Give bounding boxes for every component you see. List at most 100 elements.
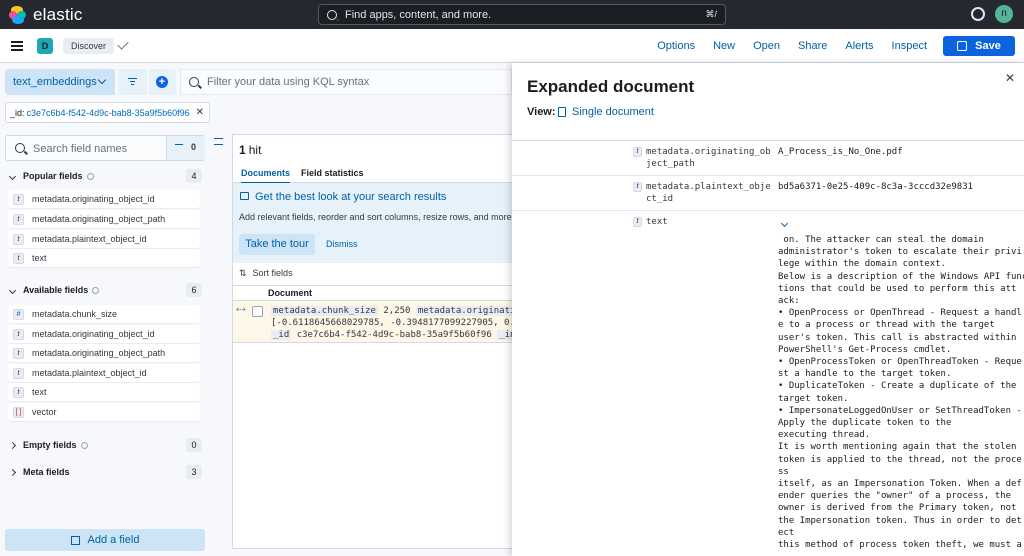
document-fields: t metadata.originating_object_path A_Pro… [512,140,1024,556]
table-row[interactable]: ⤢ metadata.chunk_size 2,250 metadata.ori… [233,301,550,343]
field-search-placeholder: Search field names [33,143,128,155]
save-label: Save [975,40,1001,52]
field-filter-button[interactable]: 0 [166,136,205,160]
empty-fields-toggle[interactable]: Empty fields 0 [8,437,204,453]
plus-circle-icon: + [156,76,168,88]
single-document-link[interactable]: Single document [558,106,654,118]
sort-label: Sort fields [252,268,293,278]
filter-icon [175,144,183,151]
options-link[interactable]: Options [657,40,695,52]
popular-fields-toggle[interactable]: Popular fields 4 [8,168,204,184]
global-search-input[interactable]: Find apps, content, and more. ⌘/ [318,4,726,25]
results-panel: 1 hit Documents Field statistics Get the… [232,134,550,549]
text-type-icon: t [13,252,24,264]
chevron-right-icon [8,441,17,449]
available-fields-label: Available fields [23,285,89,295]
meta-fields-label: Meta fields [23,467,70,477]
row-field-value: 2,250 [383,306,411,316]
expanded-document-flyout: ✕ Expanded document View: Single documen… [512,63,1024,556]
breadcrumb[interactable]: Discover [63,38,115,54]
filter-pill[interactable]: _id: c3e7c6b4-f542-4d9c-bab8-35a9f5b60f9… [5,102,210,123]
row-checkbox[interactable] [252,306,263,317]
inspect-link[interactable]: Inspect [892,40,927,52]
space-avatar[interactable]: D [37,38,53,54]
popular-fields-label: Popular fields [23,171,83,181]
field-list-sidebar: Search field names 0 Popular fields 4 tm… [0,133,212,556]
field-item[interactable]: t metadata.originating_object_id [8,190,200,208]
doc-field-key: metadata.originating_object_path [646,147,771,169]
info-icon [86,172,94,180]
chevron-down-icon [8,172,17,180]
filter-pill-key: _id: [10,107,25,118]
field-name: metadata.originating_object_id [32,329,155,339]
vector-type-icon: [ ] [13,406,24,418]
row-field-value: c3e7c6b4-f542-4d9c-bab8-35a9f5b60f96 [296,330,492,340]
global-search-placeholder: Find apps, content, and more. [345,8,492,21]
document-column-header[interactable]: Document [268,288,312,298]
close-icon[interactable]: ✕ [1005,71,1015,85]
field-item[interactable]: # metadata.chunk_size [8,305,200,323]
text-type-icon: t [13,347,24,359]
text-field-value: on. The attacker can steal the domain ad… [778,235,1024,551]
kql-query-input[interactable]: Filter your data using KQL syntax [180,69,512,95]
doc-field-value: bd5a6371-0e25-409c-8c3a-3cccd32e9831 [778,182,974,192]
empty-fields-count: 0 [186,438,202,452]
text-type-icon: t [633,182,642,192]
sort-icon: ⇅ [239,268,247,278]
app-menu-bar: D Discover Options New Open Share Alerts… [0,29,1024,63]
callout-description: Add relevant fields, reorder and sort co… [239,212,522,222]
elastic-logo-icon [9,5,27,24]
doc-field-key: text [646,217,668,227]
add-field-button[interactable]: Add a field [5,529,205,551]
available-fields-count: 6 [186,283,202,297]
alerts-link[interactable]: Alerts [845,40,873,52]
brand-name: elastic [33,4,83,24]
doc-field-value: A_Process_is_No_One.pdf [778,147,903,157]
user-avatar[interactable]: n [995,5,1013,23]
help-icon[interactable] [971,7,985,21]
filter-menu-button[interactable] [118,69,147,95]
chevron-down-icon [97,75,107,85]
available-fields-toggle[interactable]: Available fields 6 [8,282,204,298]
dismiss-button[interactable]: Dismiss [326,239,358,249]
meta-fields-toggle[interactable]: Meta fields 3 [8,464,204,480]
field-item[interactable]: t text [8,383,200,401]
field-item[interactable]: [ ] vector [8,403,200,421]
field-item[interactable]: t metadata.originating_object_path [8,210,200,228]
text-type-icon: t [13,328,24,340]
close-icon[interactable]: ✕ [196,107,204,118]
results-tabs: Documents Field statistics [233,164,513,184]
text-type-icon: t [13,193,24,205]
view-mode-label: Single document [572,106,654,118]
chevron-right-icon [8,468,17,476]
elastic-logo[interactable]: elastic [9,5,83,25]
field-name: metadata.originating_object_path [32,348,166,358]
field-search-input[interactable]: Search field names 0 [5,135,205,161]
take-tour-button[interactable]: Take the tour [239,234,315,255]
menu-toggle-icon[interactable] [11,41,23,51]
text-type-icon: t [633,217,642,227]
share-link[interactable]: Share [798,40,827,52]
row-line: [-0.6118645668029785, -0.394817709922790… [271,318,542,328]
document-icon [558,107,566,117]
field-item[interactable]: t metadata.plaintext_object_id [8,230,200,248]
tab-documents[interactable]: Documents [241,168,291,184]
field-item[interactable]: t metadata.originating_object_path [8,344,200,362]
new-link[interactable]: New [713,40,735,52]
field-item[interactable]: t metadata.originating_object_id [8,325,200,343]
add-filter-button[interactable]: + [149,69,176,95]
expand-icon[interactable]: ⤢ [234,303,247,316]
save-button[interactable]: Save [943,36,1015,56]
field-item[interactable]: t metadata.plaintext_object_id [8,364,200,382]
collapse-sidebar-icon[interactable] [214,138,223,145]
open-link[interactable]: Open [753,40,780,52]
table-icon [240,192,249,200]
field-item[interactable]: t text [8,249,200,267]
info-icon [92,286,100,294]
search-icon [15,143,25,153]
tab-field-statistics[interactable]: Field statistics [301,168,364,178]
data-view-picker[interactable]: text_embeddings [5,69,115,95]
field-name: metadata.plaintext_object_id [32,234,147,244]
query-bar: text_embeddings + Filter your data using… [0,63,512,101]
sort-fields-button[interactable]: ⇅ Sort fields [239,268,293,279]
